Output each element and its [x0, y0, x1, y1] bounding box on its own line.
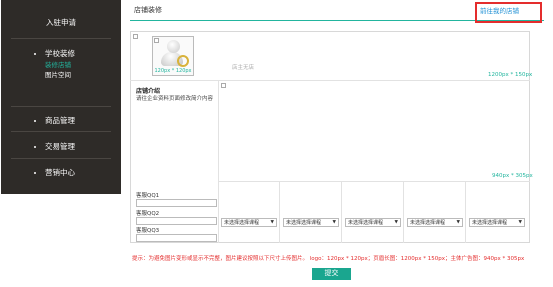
qq2-input[interactable]	[136, 217, 217, 225]
qq3-label: 客服QQ3	[136, 228, 160, 234]
logo-figure-head	[167, 40, 180, 53]
bullet-icon	[34, 120, 36, 122]
chevron-down-icon: ▼	[394, 220, 398, 225]
page-title: 店铺装修	[134, 6, 162, 14]
chevron-down-icon: ▼	[270, 220, 274, 225]
course-select-value: 未选择选择课程	[348, 220, 384, 226]
sidebar-divider	[11, 158, 111, 159]
ad-image-placeholder[interactable]	[221, 83, 226, 88]
sidebar-item-marketing-center[interactable]: 营销中心	[1, 167, 121, 179]
course-slot: 未选择选择课程 ▼	[466, 182, 530, 243]
ad-size-label: 940px * 305px	[492, 173, 533, 179]
sidebar-item-label: 商品管理	[45, 116, 75, 125]
course-slot: 未选择选择课程 ▼	[404, 182, 466, 243]
course-select-value: 未选择选择课程	[410, 220, 446, 226]
course-select[interactable]: 未选择选择课程 ▼	[345, 218, 401, 227]
sidebar-item-school-decoration[interactable]: 学校装修	[1, 48, 121, 60]
sidebar-item-trade-management[interactable]: 交易管理	[1, 141, 121, 153]
banner-size-label: 1200px * 150px	[488, 72, 533, 78]
sidebar-item-label: 营销中心	[45, 168, 75, 177]
course-select-value: 未选择选择课程	[224, 220, 260, 226]
course-select[interactable]: 未选择选择课程 ▼	[221, 218, 277, 227]
qq1-input[interactable]	[136, 199, 217, 207]
broken-image-icon	[154, 38, 159, 43]
goto-store-link[interactable]: 前往我的店铺	[480, 5, 519, 15]
sidebar-divider	[11, 38, 111, 39]
sidebar: 入驻申请 学校装修 装修店铺 图片空间 商品管理 交易管理 营销中心	[1, 0, 121, 194]
bullet-icon	[34, 172, 36, 174]
chevron-down-icon: ▼	[518, 220, 522, 225]
store-intro-text: 请往企业资料页面修改简介内容	[136, 96, 214, 102]
course-slot: 未选择选择课程 ▼	[342, 182, 404, 243]
submit-button[interactable]: 提交	[312, 268, 351, 280]
course-slot: 未选择选择课程 ▼	[218, 182, 280, 243]
bullet-icon	[34, 53, 36, 55]
sidebar-group-decoration: 学校装修 装修店铺 图片空间	[1, 48, 121, 80]
sidebar-divider	[11, 131, 111, 132]
sidebar-group-trade: 交易管理	[1, 141, 121, 153]
no-store-text: 店主无店	[232, 65, 255, 71]
course-select[interactable]: 未选择选择课程 ▼	[407, 218, 463, 227]
sidebar-group-goods: 商品管理	[1, 115, 121, 127]
sidebar-item-label: 交易管理	[45, 142, 75, 151]
banner-image-placeholder[interactable]	[133, 34, 138, 39]
bullet-icon	[34, 146, 36, 148]
banner-divider	[130, 80, 530, 81]
qq1-label: 客服QQ1	[136, 193, 160, 199]
upload-size-tip: 提示：为避免图片变形或显示不完整，图片建议按照以下尺寸上传图片。 logo：12…	[132, 256, 525, 262]
sidebar-subitem-image-space[interactable]: 图片空间	[1, 70, 121, 80]
chevron-down-icon: ▼	[332, 220, 336, 225]
course-select-value: 未选择选择课程	[286, 220, 322, 226]
course-slot: 未选择选择课程 ▼	[280, 182, 342, 243]
logo-ring-icon	[177, 55, 189, 67]
sidebar-item-label: 学校装修	[45, 49, 75, 58]
course-select-value: 未选择选择课程	[472, 220, 508, 226]
course-select[interactable]: 未选择选择课程 ▼	[283, 218, 339, 227]
sidebar-item-goods-management[interactable]: 商品管理	[1, 115, 121, 127]
sidebar-subitem-decorate-store[interactable]: 装修店铺	[1, 60, 121, 70]
sidebar-item-apply[interactable]: 入驻申请	[1, 8, 121, 38]
course-select[interactable]: 未选择选择课程 ▼	[469, 218, 525, 227]
sidebar-group-marketing: 营销中心	[1, 167, 121, 179]
qq2-label: 客服QQ2	[136, 211, 160, 217]
qq3-input[interactable]	[136, 234, 217, 242]
sidebar-divider	[11, 106, 111, 107]
chevron-down-icon: ▼	[456, 220, 460, 225]
logo-size-label: 120px * 120px	[154, 68, 192, 74]
store-logo[interactable]: 120px * 120px	[152, 36, 194, 76]
